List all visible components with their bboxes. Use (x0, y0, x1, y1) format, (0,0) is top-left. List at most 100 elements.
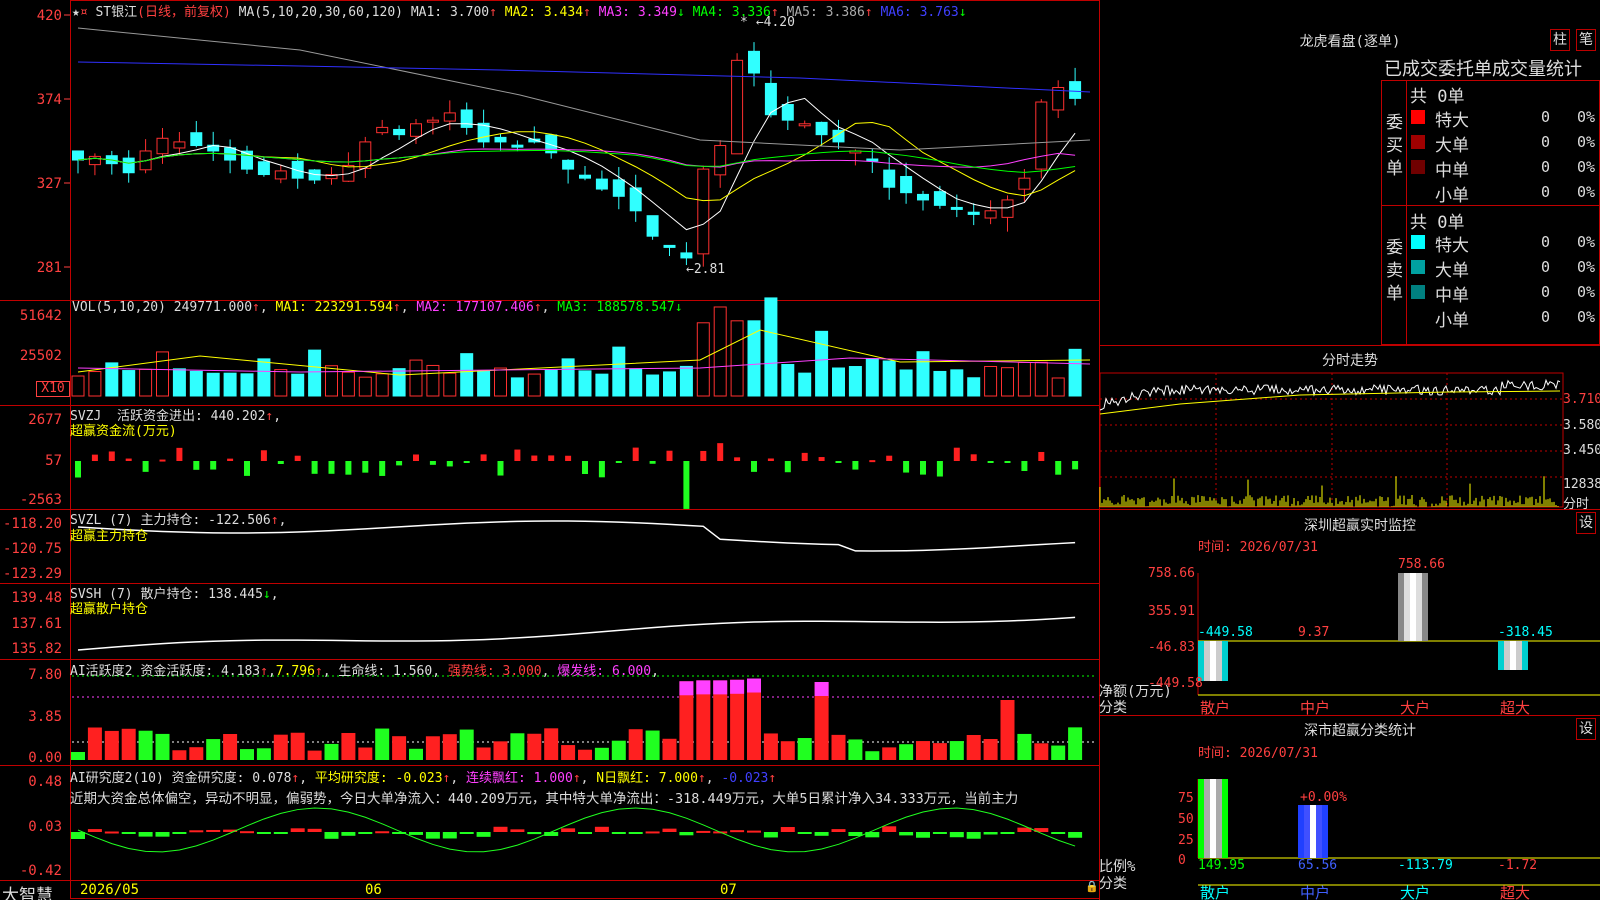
candle-body (393, 128, 406, 136)
volume-bar (477, 370, 491, 397)
ai2-bar (341, 832, 356, 836)
svzj-bar (91, 454, 98, 461)
ai2-bar (510, 829, 525, 832)
ai2-bar (696, 830, 711, 833)
svzj-y-label: -2563 (19, 492, 62, 508)
star-icon[interactable]: ★ (72, 5, 80, 20)
ai2-header: AI研究度2(10) 资金研究度: 0.078↑, 平均研究度: -0.023↑… (70, 771, 777, 786)
svzj-bar (514, 449, 521, 461)
ai2-bar (932, 832, 947, 834)
ai1-value: 资金活跃度: 4.183 (140, 664, 261, 679)
monitor-axis-label2: 分类 (1099, 700, 1127, 716)
lock-icon[interactable]: 🔒 (1085, 880, 1099, 893)
ai1-bar (172, 750, 187, 760)
ai2-bar (425, 832, 440, 839)
monitor-cat-label: 超大 (1500, 699, 1531, 717)
ai1-bar (1034, 743, 1049, 760)
monitor-y-label: -449.58 (1148, 676, 1203, 691)
vol-ma3: MA3: 188578.547 (557, 300, 675, 315)
svzj-bar (869, 460, 876, 463)
volume-bar (139, 368, 153, 397)
monitor-settings-button[interactable]: 设 (1576, 512, 1596, 534)
svzl-sub: 超赢主力持仓 (70, 529, 149, 544)
ai2-bar (594, 826, 609, 832)
monitor-value-label: 758.66 (1398, 557, 1445, 572)
ai2-bar (747, 830, 761, 833)
ai2-bar (763, 832, 778, 838)
candle-body (595, 178, 608, 190)
main-y-label: 281 (36, 260, 62, 276)
ai2-name: AI研究度2(10) (70, 771, 164, 786)
svzj-bar (953, 447, 960, 461)
fenshi-y-mid: 3.580 (1563, 418, 1600, 433)
ai2-bar (240, 831, 254, 834)
ai2-y-label: -0.42 (19, 863, 62, 879)
svzj-y-label: 2677 (28, 412, 62, 428)
ai1-bar (865, 751, 880, 760)
ai2-bar (87, 829, 102, 832)
monitor-time: 时间: 2026/07/31 (1198, 540, 1318, 555)
monitor-value-label: 9.37 (1298, 625, 1330, 640)
svzj-bar (767, 458, 774, 461)
ai2-bar (814, 832, 829, 836)
ai1-bar (628, 729, 643, 760)
ai1-bar (949, 741, 964, 760)
volume-bar (240, 373, 254, 397)
ai2-bar (899, 832, 914, 836)
ai2-bar (645, 831, 660, 834)
stats-settings-button[interactable]: 设 (1576, 718, 1596, 740)
color-swatch (1411, 110, 1425, 124)
brand-logo: 大智慧 (2, 886, 53, 900)
vol-unit-badge[interactable]: X10 (36, 381, 70, 397)
main-y-label: 327 (36, 176, 62, 192)
volume-bar (527, 373, 541, 397)
sell-total: 共 0单 (1410, 213, 1465, 233)
bar-mode-button[interactable]: 柱 (1550, 29, 1570, 51)
ai2-nday: N日飘红: 7.000 (596, 771, 698, 786)
lhb-title: 龙虎看盘(逐单) (1299, 34, 1401, 50)
candle-body (984, 210, 997, 219)
chart-canvas[interactable] (0, 0, 1600, 900)
volume-bar (950, 369, 964, 397)
candle-body (376, 126, 389, 134)
ai1-bar (87, 727, 102, 760)
color-swatch (1411, 235, 1425, 249)
vol-ma2 (77, 357, 1091, 373)
candle-body (190, 132, 203, 147)
ai1-bar (1068, 727, 1083, 760)
volume-bar (341, 371, 355, 397)
ai1-bar (899, 744, 914, 760)
volume-bar (646, 374, 660, 397)
volume-bar (578, 370, 592, 397)
ai1-bar (104, 730, 119, 760)
color-swatch (1411, 285, 1425, 299)
svzj-bar (886, 455, 893, 461)
svzj-bar (108, 451, 115, 461)
volume-bar (679, 365, 693, 397)
tick-mode-button[interactable]: 笔 (1576, 29, 1596, 51)
volume-bar (274, 369, 288, 397)
svzj-bar (294, 455, 301, 461)
volume-bar (747, 320, 761, 397)
volume-bar (933, 370, 947, 397)
ai1-bar (71, 751, 85, 760)
ai1-bar (392, 736, 407, 760)
volume-bar (798, 372, 812, 397)
svzj-bar (683, 461, 690, 509)
ai2-bar (121, 832, 136, 834)
ai2-bar (1000, 832, 1015, 834)
ai1-top (747, 678, 761, 693)
candle-body (714, 145, 727, 176)
ai2-bar (1068, 832, 1083, 838)
volume-bar (544, 369, 558, 397)
volume-bar (899, 369, 913, 397)
svzj-bar (632, 447, 639, 461)
kline-mode[interactable]: (日线，前复权) (137, 5, 231, 20)
svzj-bar (751, 461, 757, 472)
ai1-bar (1000, 700, 1015, 760)
ma-item-1: MA1: 3.700 (410, 5, 490, 20)
stats-axis-label2: 分类 (1099, 876, 1127, 892)
x-label-jul: 07 (720, 882, 737, 898)
vol-header: VOL(5,10,20) 249771.000↑, MA1: 223291.59… (72, 300, 683, 315)
svzj-bar (784, 461, 791, 473)
